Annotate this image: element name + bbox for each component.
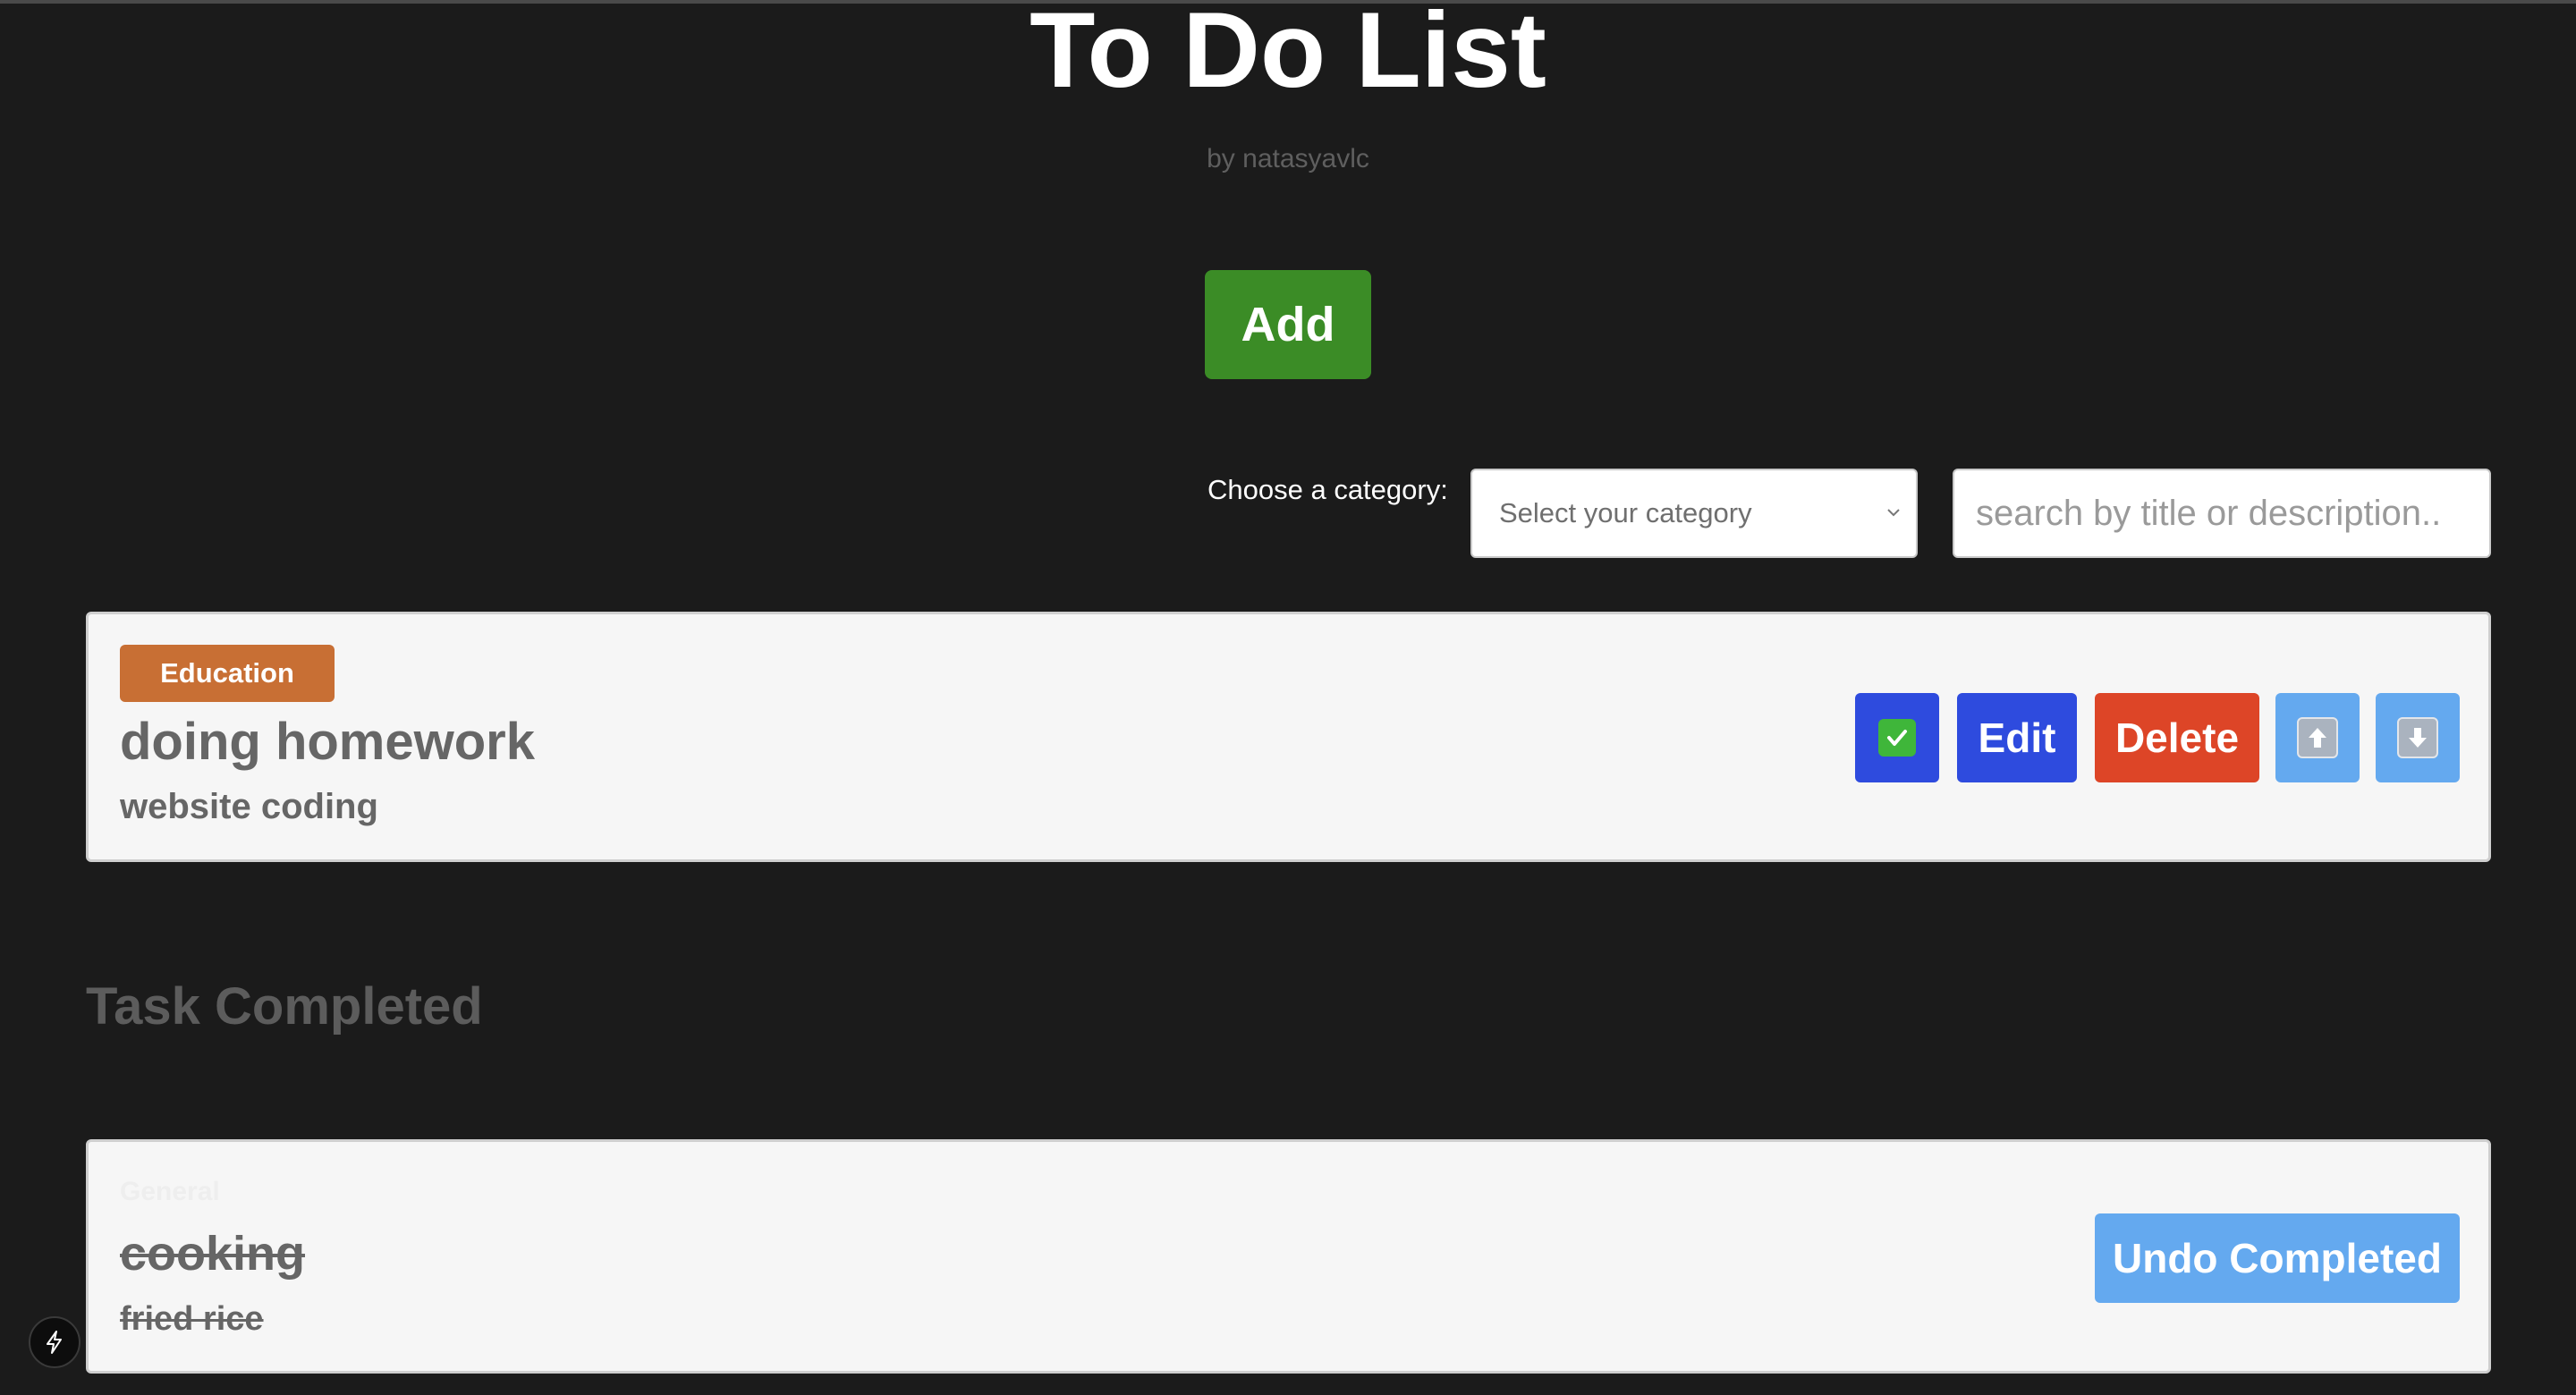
- task-description: website coding: [120, 787, 378, 826]
- category-filter-label: Choose a category:: [1208, 474, 1448, 505]
- move-down-button[interactable]: [2376, 693, 2460, 782]
- task-title: cooking: [120, 1227, 306, 1281]
- check-mark-icon: [1878, 719, 1916, 757]
- category-select[interactable]: Select your category: [1470, 469, 1918, 558]
- task-description: fried rice: [120, 1300, 264, 1338]
- arrow-up-icon: [2297, 717, 2338, 758]
- completed-section-heading: Task Completed: [86, 977, 483, 1036]
- task-card: Education doing homework website coding …: [86, 612, 2491, 862]
- add-task-button[interactable]: Add: [1205, 270, 1371, 379]
- undo-completed-button[interactable]: Undo Completed: [2095, 1213, 2460, 1303]
- task-title: doing homework: [120, 713, 535, 771]
- category-select-value: Select your category: [1499, 497, 1752, 528]
- edit-button[interactable]: Edit: [1957, 693, 2077, 782]
- arrow-down-icon: [2397, 717, 2438, 758]
- search-input[interactable]: [1953, 469, 2491, 558]
- lightning-bolt-icon[interactable]: [29, 1316, 80, 1368]
- page-title: To Do List: [1030, 0, 1546, 110]
- author-byline: by natasyavlc: [1207, 144, 1369, 173]
- category-badge: Education: [120, 645, 335, 702]
- move-up-button[interactable]: [2275, 693, 2360, 782]
- category-badge: General: [120, 1177, 220, 1206]
- chevron-down-icon: [1887, 509, 1900, 517]
- delete-button[interactable]: Delete: [2095, 693, 2259, 782]
- mark-complete-button[interactable]: [1855, 693, 1939, 782]
- completed-task-card: General cooking fried rice Undo Complete…: [86, 1139, 2491, 1374]
